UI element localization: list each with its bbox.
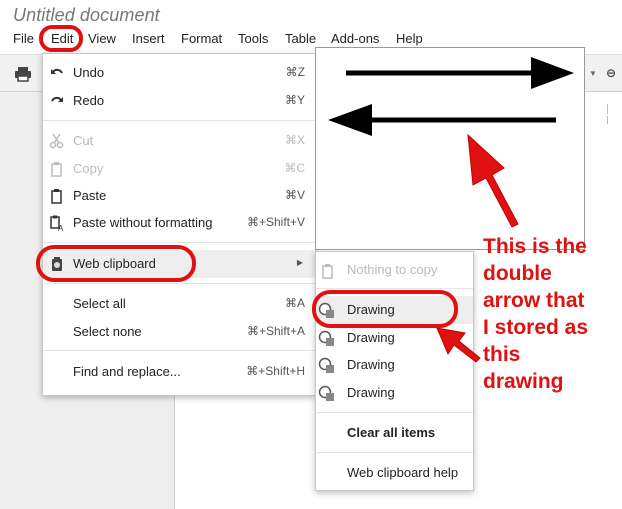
menu-separator <box>316 452 473 453</box>
document-title[interactable]: Untitled document <box>13 5 160 26</box>
ruler-mark <box>607 116 608 124</box>
menu-item-paste-without-formatting[interactable]: A Paste without formatting ⌘+Shift+V <box>43 209 315 237</box>
menu-edit[interactable]: Edit <box>51 31 73 46</box>
submenu-item-drawing[interactable]: Drawing <box>316 324 473 352</box>
menu-separator <box>316 412 473 413</box>
menu-item-undo[interactable]: Undo ⌘Z <box>43 59 315 87</box>
menu-help[interactable]: Help <box>396 31 423 46</box>
menu-file[interactable]: File <box>13 31 34 46</box>
drawing-icon <box>318 330 334 346</box>
menu-item-copy[interactable]: Copy ⌘C <box>43 155 315 183</box>
menu-separator <box>43 242 315 243</box>
menu-item-redo[interactable]: Redo ⌘Y <box>43 87 315 115</box>
paste-icon <box>51 189 62 204</box>
menu-separator <box>43 283 315 284</box>
menu-insert[interactable]: Insert <box>132 31 165 46</box>
undo-icon <box>51 68 63 74</box>
menu-format[interactable]: Format <box>181 31 222 46</box>
drawing-icon <box>318 385 334 401</box>
menu-item-select-none[interactable]: Select none ⌘+Shift+A <box>43 318 315 346</box>
print-icon[interactable] <box>14 66 32 82</box>
menu-item-web-clipboard[interactable]: Web clipboard ▶ <box>43 250 315 278</box>
menu-table[interactable]: Table <box>285 31 316 46</box>
submenu-item-clear-all[interactable]: Clear all items <box>316 419 473 447</box>
menu-view[interactable]: View <box>88 31 116 46</box>
submenu-item-help[interactable]: Web clipboard help <box>316 459 473 487</box>
menu-add-ons[interactable]: Add-ons <box>331 31 379 46</box>
submenu-item-drawing[interactable]: Drawing <box>316 296 473 324</box>
copy-icon <box>51 162 62 177</box>
link-icon[interactable]: ⊖ <box>606 66 616 80</box>
canvas-margin-bottom <box>44 395 174 509</box>
drawing-icon <box>318 302 334 318</box>
menu-item-select-all[interactable]: Select all ⌘A <box>43 290 315 318</box>
svg-text:A: A <box>58 224 64 231</box>
menu-item-paste[interactable]: Paste ⌘V <box>43 182 315 210</box>
drawing-icon <box>318 357 334 373</box>
submenu-item-nothing-to-copy: Nothing to copy <box>316 256 473 284</box>
double-arrow-drawing <box>328 57 574 136</box>
menu-separator <box>43 120 315 121</box>
copy-icon <box>322 264 333 279</box>
menu-item-cut[interactable]: Cut ⌘X <box>43 127 315 155</box>
menu-item-find-and-replace[interactable]: Find and replace... ⌘+Shift+H <box>43 358 315 386</box>
submenu-arrow-icon: ▶ <box>296 258 303 267</box>
web-clipboard-icon <box>52 257 62 271</box>
ruler-mark <box>607 104 608 114</box>
annotation-text: This is the double arrow that I stored a… <box>483 235 589 393</box>
page-edge <box>174 395 175 509</box>
paste-plain-icon: A <box>50 215 64 231</box>
edit-menu: Undo ⌘Z Redo ⌘Y Cut ⌘X Copy ⌘C Paste ⌘V … <box>42 53 316 396</box>
menu-tools[interactable]: Tools <box>238 31 268 46</box>
drawing-preview <box>315 47 585 250</box>
scissors-icon <box>49 133 64 149</box>
submenu-item-drawing[interactable]: Drawing <box>316 379 473 407</box>
menu-separator <box>43 350 315 351</box>
chevron-down-icon[interactable]: ▼ <box>589 69 597 78</box>
menu-separator <box>316 288 473 289</box>
submenu-item-drawing[interactable]: Drawing <box>316 351 473 379</box>
web-clipboard-submenu: Nothing to copy Drawing Drawing Drawing … <box>315 251 474 491</box>
redo-icon <box>51 96 63 102</box>
canvas-margin-left <box>0 92 44 509</box>
